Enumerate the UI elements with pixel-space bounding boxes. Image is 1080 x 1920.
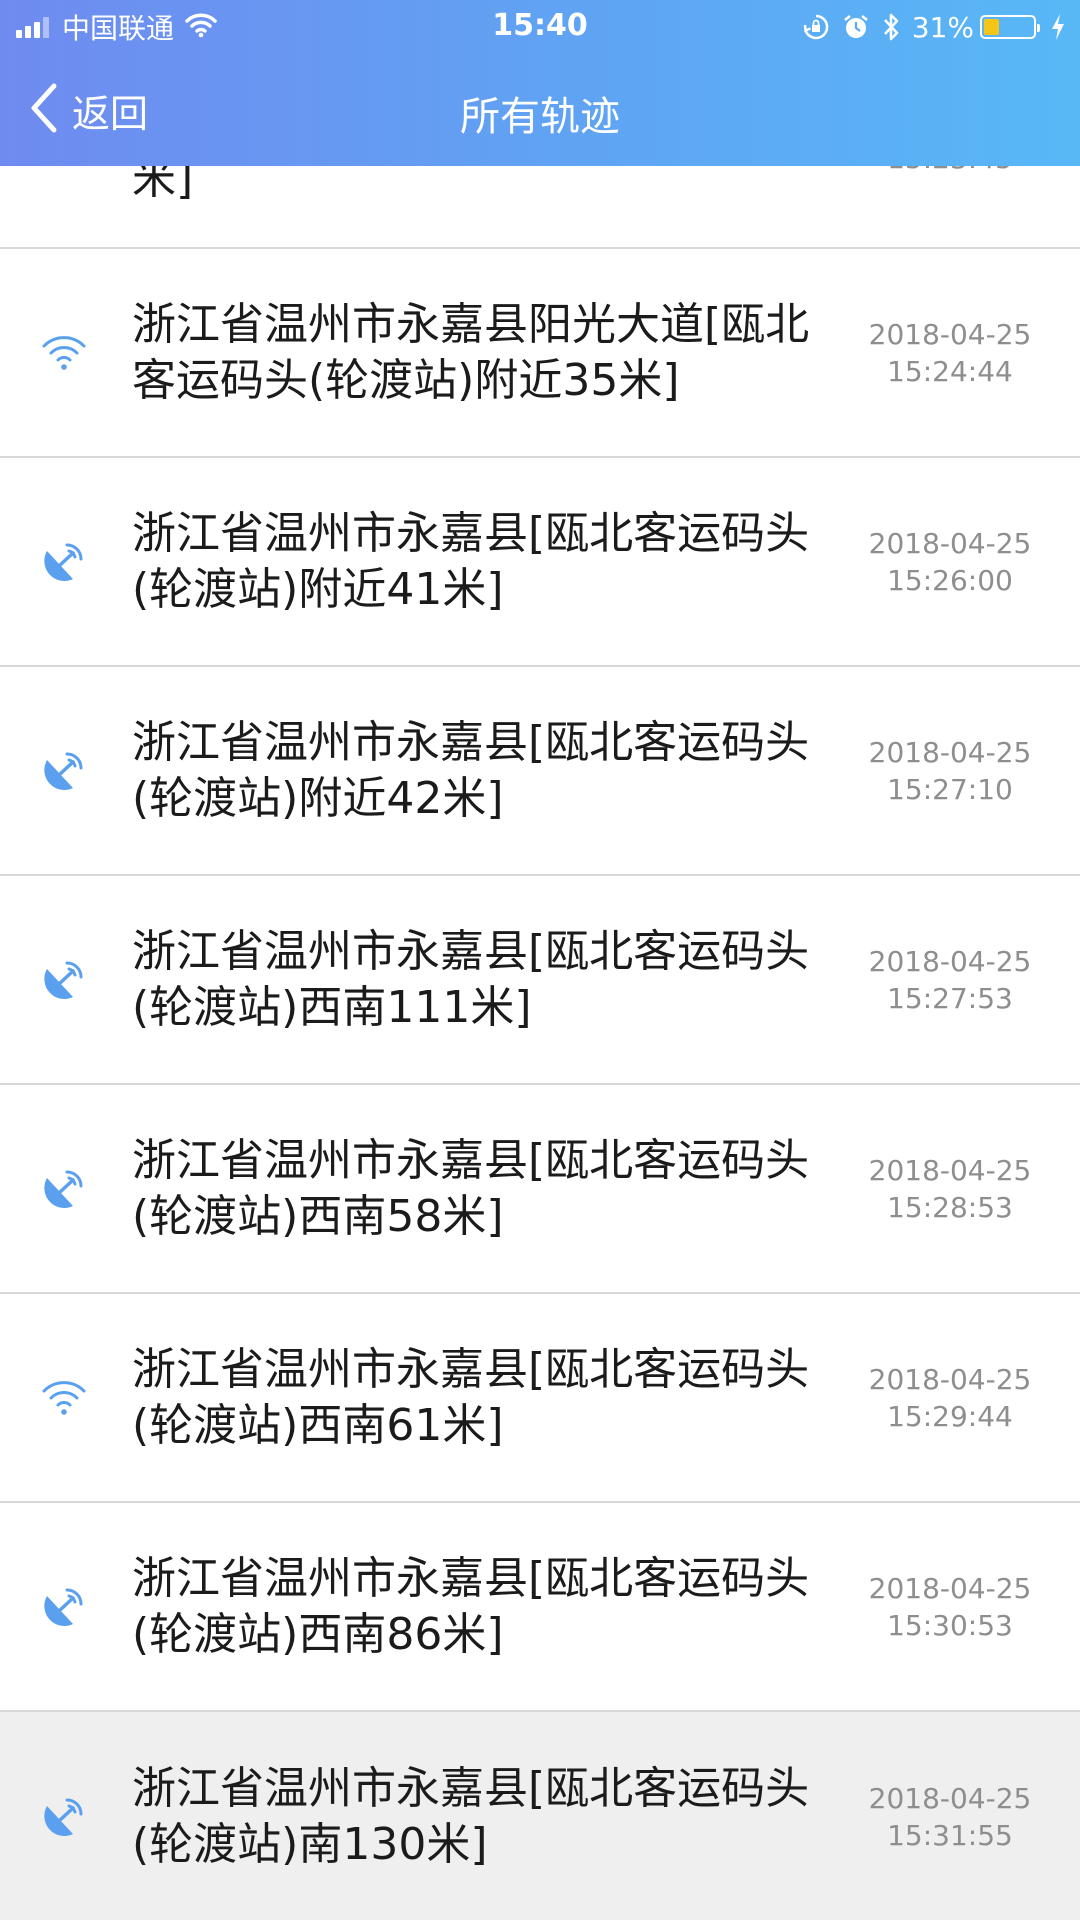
- satellite-icon: [38, 1581, 90, 1633]
- record-timestamp: 2018-04-25 15:26:00: [848, 525, 1052, 599]
- record-timestamp: 2018-04-25 15:28:53: [848, 1152, 1052, 1226]
- satellite-icon: [38, 536, 90, 588]
- battery-percent: 31%: [911, 10, 974, 44]
- record-address: 浙江省温州市永嘉县[瓯北客运码头(轮渡站)西南58米]: [132, 1134, 810, 1242]
- list-item[interactable]: 浙江省温州市永嘉县[瓯北客运码头(轮渡站)西南111米] 2018-04-25 1…: [0, 876, 1080, 1085]
- page-title: 所有轨迹: [460, 94, 620, 140]
- header: 中国联通 15:40 31% 返回 所有轨迹: [0, 0, 1080, 166]
- status-bar: 中国联通 15:40 31%: [0, 0, 1080, 54]
- record-date: 2018-04-25: [868, 944, 1032, 978]
- record-address: 浙江省温州市永嘉县[瓯北客运码头(轮渡站)西南111米]: [132, 925, 810, 1033]
- record-address: 浙江省温州市永嘉县[瓯北客运码头(轮渡站)西南61米]: [132, 1343, 810, 1451]
- status-bar-right: 31%: [790, 10, 1066, 44]
- track-list[interactable]: 运码头内,神仙居特色美食附近18米] 15:23:45 浙江省温州市永嘉县阳光大…: [0, 40, 1080, 1920]
- satellite-icon: [38, 745, 90, 797]
- record-date: 2018-04-25: [868, 735, 1032, 769]
- satellite-icon: [38, 1791, 90, 1843]
- record-timestamp: 2018-04-25 15:31:55: [848, 1780, 1052, 1854]
- record-timestamp: 2018-04-25 15:30:53: [848, 1570, 1052, 1644]
- record-time-value: 15:29:44: [887, 1399, 1013, 1433]
- record-time-value: 15:24:44: [887, 354, 1013, 388]
- record-time-value: 15:30:53: [887, 1608, 1013, 1642]
- charging-icon: [1050, 13, 1066, 41]
- record-time-value: 15:26:00: [887, 563, 1013, 597]
- rotation-lock-icon: [802, 13, 830, 41]
- record-date: 2018-04-25: [868, 526, 1032, 560]
- nav-bar: 返回 所有轨迹: [0, 54, 1080, 166]
- list-item[interactable]: 浙江省温州市永嘉县[瓯北客运码头(轮渡站)西南61米] 2018-04-25 15…: [0, 1294, 1080, 1503]
- satellite-icon: [38, 954, 90, 1006]
- record-address: 浙江省温州市永嘉县阳光大道[瓯北客运码头(轮渡站)附近35米]: [132, 298, 810, 406]
- record-date: 2018-04-25: [868, 1362, 1032, 1396]
- battery-fill: [984, 19, 999, 35]
- record-date: 2018-04-25: [868, 317, 1032, 351]
- battery-icon: [980, 15, 1040, 39]
- record-date: 2018-04-25: [868, 1781, 1032, 1815]
- list-item[interactable]: 浙江省温州市永嘉县[瓯北客运码头(轮渡站)西南58米] 2018-04-25 15…: [0, 1085, 1080, 1294]
- list-item[interactable]: 浙江省温州市永嘉县[瓯北客运码头(轮渡站)南130米] 2018-04-25 15…: [0, 1712, 1080, 1920]
- record-timestamp: 2018-04-25 15:27:53: [848, 943, 1052, 1017]
- record-address: 浙江省温州市永嘉县[瓯北客运码头(轮渡站)附近41米]: [132, 507, 810, 615]
- record-address: 浙江省温州市永嘉县[瓯北客运码头(轮渡站)西南86米]: [132, 1552, 810, 1660]
- list-item[interactable]: 浙江省温州市永嘉县[瓯北客运码头(轮渡站)西南86米] 2018-04-25 15…: [0, 1503, 1080, 1712]
- record-timestamp: 2018-04-25 15:24:44: [848, 316, 1052, 390]
- record-time-value: 15:28:53: [887, 1190, 1013, 1224]
- wifi-icon: [38, 1372, 90, 1424]
- alarm-icon: [842, 13, 870, 41]
- record-time-value: 15:27:10: [887, 772, 1013, 806]
- list-item[interactable]: 浙江省温州市永嘉县[瓯北客运码头(轮渡站)附近41米] 2018-04-25 15…: [0, 458, 1080, 667]
- record-timestamp: 2018-04-25 15:29:44: [848, 1361, 1052, 1435]
- record-timestamp: 2018-04-25 15:27:10: [848, 734, 1052, 808]
- list-item[interactable]: 浙江省温州市永嘉县阳光大道[瓯北客运码头(轮渡站)附近35米] 2018-04-…: [0, 249, 1080, 458]
- satellite-icon: [38, 1163, 90, 1215]
- wifi-icon: [38, 327, 90, 379]
- list-item[interactable]: 浙江省温州市永嘉县[瓯北客运码头(轮渡站)附近42米] 2018-04-25 15…: [0, 667, 1080, 876]
- record-date: 2018-04-25: [868, 1571, 1032, 1605]
- record-address: 浙江省温州市永嘉县[瓯北客运码头(轮渡站)南130米]: [132, 1762, 810, 1870]
- record-address: 浙江省温州市永嘉县[瓯北客运码头(轮渡站)附近42米]: [132, 716, 810, 824]
- record-time-value: 15:31:55: [887, 1818, 1013, 1852]
- record-time-value: 15:27:53: [887, 981, 1013, 1015]
- bluetooth-icon: [882, 12, 900, 42]
- record-date: 2018-04-25: [868, 1153, 1032, 1187]
